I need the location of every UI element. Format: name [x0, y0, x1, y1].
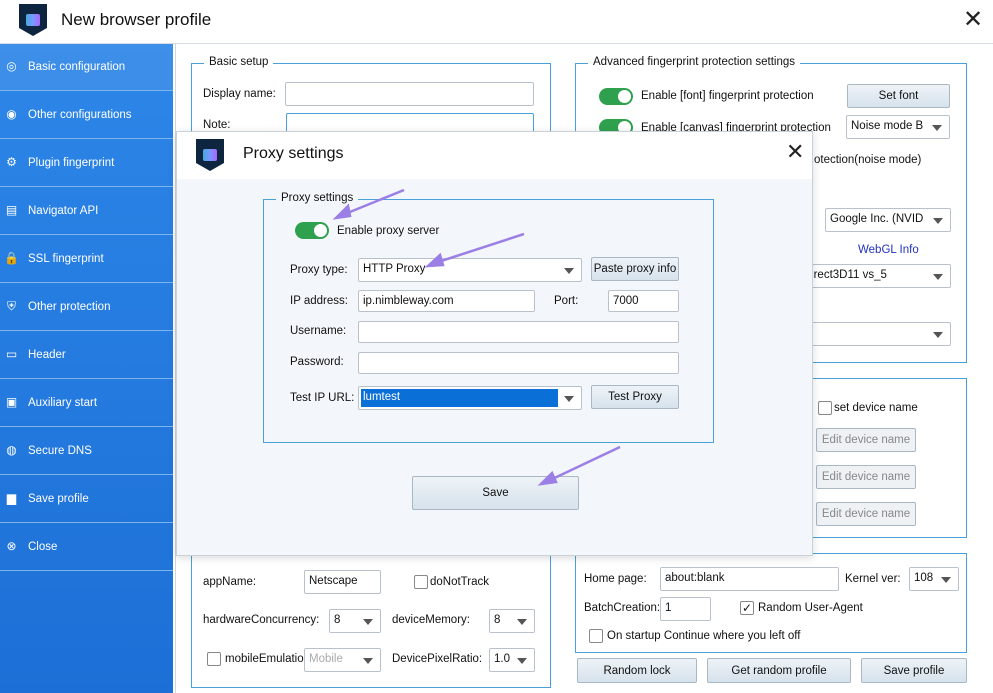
arrow-head-1 — [332, 203, 352, 220]
arrow-to-save — [545, 445, 621, 484]
arrow-head-3 — [537, 470, 558, 486]
annotation-arrows — [332, 188, 621, 486]
arrow-to-proxy-type — [431, 232, 525, 266]
arrow-head-2 — [424, 252, 445, 268]
